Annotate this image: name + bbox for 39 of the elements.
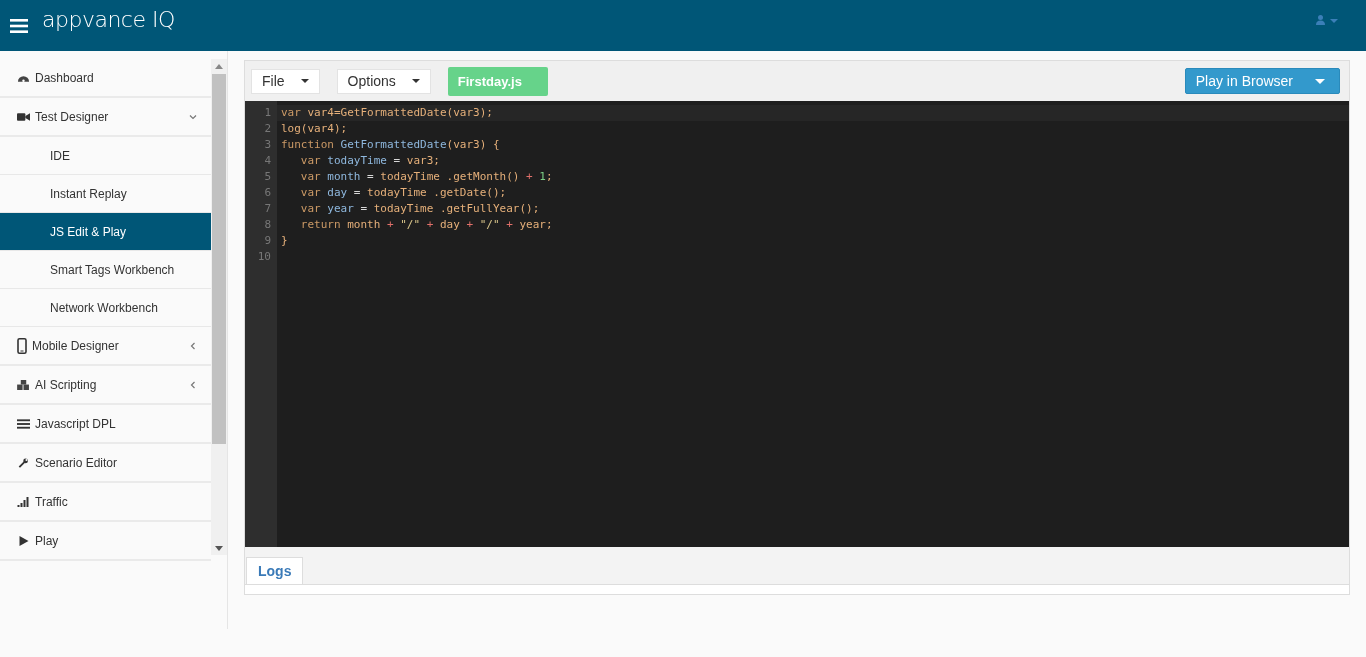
- wrench-icon: [17, 457, 30, 468]
- line-number: 5: [263, 169, 272, 185]
- code-line: var todayTime = var3;: [299, 154, 440, 167]
- code-line: function GetFormattedDate(var3) {: [281, 138, 500, 151]
- line-number: 3: [263, 137, 272, 153]
- scroll-up-icon[interactable]: [215, 64, 224, 69]
- sidebar-subitem[interactable]: JS Edit & Play: [0, 213, 212, 251]
- list-icon: [17, 418, 30, 429]
- line-number: 4: [263, 153, 272, 169]
- code-line: return month + "/" + day + "/" + year;: [299, 218, 553, 231]
- line-number: 7: [263, 201, 272, 217]
- cubes-icon: [17, 379, 30, 390]
- signal-bars-icon: [17, 496, 30, 507]
- dropdown-menu-button[interactable]: File: [251, 68, 320, 94]
- caret-icon: [411, 79, 420, 83]
- code-line: var var4=GetFormattedDate(var3);: [281, 106, 493, 119]
- line-number: 2: [263, 121, 272, 137]
- line-number: 10: [256, 249, 272, 265]
- scroll-down-icon[interactable]: [215, 546, 224, 551]
- app-logo: appvance IQ: [42, 7, 175, 32]
- menu-icon[interactable]: [10, 18, 28, 33]
- code-line: log(var4);: [281, 122, 348, 135]
- line-number: 8: [263, 217, 272, 233]
- caret-icon: [1315, 78, 1325, 84]
- dropdown-menu-button[interactable]: Options: [336, 68, 431, 94]
- code-line: var month = todayTime .getMonth() + 1;: [299, 170, 553, 183]
- line-number: 9: [263, 233, 272, 249]
- play-icon: [17, 535, 30, 546]
- code-line: var day = todayTime .getDate();: [299, 186, 507, 199]
- scrollbar[interactable]: [211, 59, 227, 555]
- caret-icon: [300, 79, 309, 83]
- line-number: 6: [263, 185, 272, 201]
- user-menu-icon[interactable]: [1316, 14, 1338, 25]
- mobile-phone-icon: [17, 337, 27, 354]
- line-number: 1: [263, 105, 272, 121]
- video-camera-icon: [17, 111, 30, 122]
- code-line: var year = todayTime .getFullYear();: [299, 202, 540, 215]
- code-line: }: [281, 234, 288, 247]
- logs-tab[interactable]: Logs: [246, 557, 304, 584]
